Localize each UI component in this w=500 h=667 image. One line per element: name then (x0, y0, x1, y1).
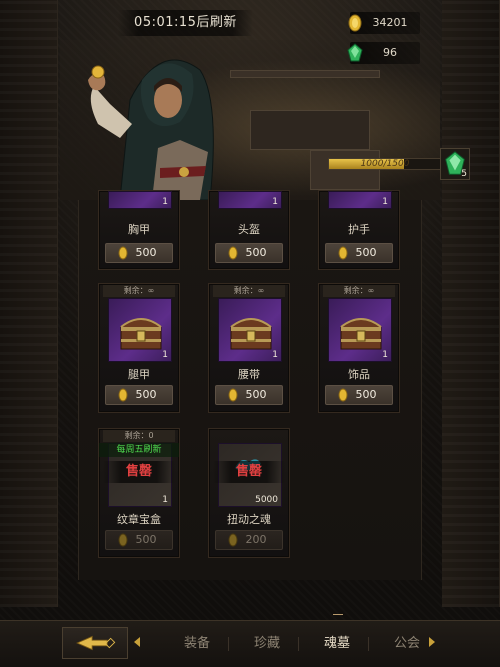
item-quantity: 1 (162, 197, 168, 207)
tab-guild[interactable]: 公会 (384, 631, 430, 657)
gold-coin-icon (348, 14, 362, 32)
progress-text: 1000/1500 (360, 159, 410, 169)
gold-coin-icon (228, 388, 238, 402)
shop-item-card[interactable]: 剩余：∞ 1 腰带 500 (208, 283, 290, 413)
gold-amount: 34201 (372, 16, 408, 29)
merchant-progress-bar: 1000/1500 (328, 158, 442, 170)
item-slot: 1 (218, 298, 282, 362)
price-button: 500 (105, 530, 173, 550)
gold-coin-icon (228, 246, 238, 260)
item-quantity: 1 (162, 495, 168, 505)
item-name: 纹章宝盒 (117, 513, 161, 526)
right-ornament (442, 0, 500, 607)
bottom-nav: 装备 珍藏 魂墓 公会 (0, 620, 500, 667)
sold-out-label: 售罄 (213, 461, 285, 483)
item-name: 胸甲 (128, 223, 150, 236)
gem-amount: 96 (383, 46, 397, 59)
shop-item-card[interactable]: 1 胸甲 500 (98, 190, 180, 270)
left-ornament (0, 0, 58, 607)
sold-out-label: 售罄 (103, 461, 175, 483)
gold-currency: 34201 (348, 12, 420, 34)
rogue-merchant-portrait (88, 59, 214, 200)
chest-icon (340, 318, 382, 350)
shop-item-card[interactable]: 剩余：∞ 1 饰品 500 (318, 283, 400, 413)
gold-coin-icon (338, 246, 348, 260)
item-name: 饰品 (348, 368, 370, 381)
price-button[interactable]: 500 (215, 243, 283, 263)
progress-reward[interactable]: 5 (440, 148, 470, 180)
item-slot: 1 (108, 298, 172, 362)
back-arrow-icon (76, 635, 116, 651)
tab-soul-tomb[interactable]: 魂墓 (314, 631, 360, 657)
tab-divider (298, 637, 299, 651)
item-name: 扭动之魂 (227, 513, 271, 526)
tab-divider (368, 637, 369, 651)
item-slot: 1 (328, 191, 392, 209)
shop-item-card[interactable]: 1 护手 500 (318, 190, 400, 270)
item-name: 头盔 (238, 223, 260, 236)
item-quantity: 1 (162, 350, 168, 360)
gold-coin-icon (118, 246, 128, 260)
gem-currency: 96 (347, 42, 420, 64)
item-quantity: 1 (272, 197, 278, 207)
item-name: 腿甲 (128, 368, 150, 381)
item-slot: 1 (218, 191, 282, 209)
price-button[interactable]: 500 (105, 385, 173, 405)
shop-item-card[interactable]: 剩余：∞ 1 腿甲 500 (98, 283, 180, 413)
item-quantity: 1 (272, 350, 278, 360)
price-button[interactable]: 500 (105, 243, 173, 263)
remaining-count: 剩余：0 (103, 430, 175, 442)
tab-divider (228, 637, 229, 651)
chevron-right-icon[interactable] (428, 637, 436, 647)
price-button: 200 (215, 530, 283, 550)
gold-coin-icon (118, 533, 128, 547)
reward-count: 5 (461, 169, 467, 179)
merchant-hero (60, 40, 440, 200)
item-quantity: 5000 (255, 495, 278, 505)
item-slot: 1 (328, 298, 392, 362)
chevron-left-icon[interactable] (133, 637, 141, 647)
refresh-timer: 05:01:15后刷新 (118, 10, 253, 36)
chest-icon (230, 318, 272, 350)
item-name: 腰带 (238, 368, 260, 381)
counter (250, 110, 370, 150)
remaining-count: 剩余：∞ (103, 285, 175, 297)
item-name: 护手 (348, 223, 370, 236)
weekly-refresh-tag: 每周五刷新 (99, 443, 179, 457)
remaining-count: 剩余：∞ (213, 285, 285, 297)
gold-coin-icon (338, 388, 348, 402)
price-button[interactable]: 500 (325, 385, 393, 405)
back-button[interactable] (62, 627, 128, 659)
item-quantity: 1 (382, 350, 388, 360)
price-button[interactable]: 500 (325, 243, 393, 263)
gold-coin-icon (228, 533, 238, 547)
shop-item-card[interactable]: 5000 售罄 扭动之魂 200 (208, 428, 290, 558)
green-gem-icon (347, 43, 363, 62)
item-quantity: 1 (382, 197, 388, 207)
tab-collection[interactable]: 珍藏 (244, 631, 290, 657)
chest-icon (120, 318, 162, 350)
gold-coin-icon (118, 388, 128, 402)
remaining-count: 剩余：∞ (323, 285, 395, 297)
shop-item-card[interactable]: 剩余：0 1 每周五刷新 售罄 纹章宝盒 500 (98, 428, 180, 558)
shelf (230, 70, 380, 78)
tab-equipment[interactable]: 装备 (174, 631, 220, 657)
chest-stack (310, 150, 380, 190)
item-slot: 1 (108, 191, 172, 209)
shop-item-card[interactable]: 1 头盔 500 (208, 190, 290, 270)
price-button[interactable]: 500 (215, 385, 283, 405)
